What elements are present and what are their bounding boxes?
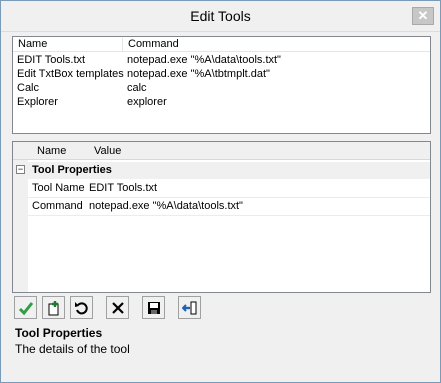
- column-header-command[interactable]: Command: [123, 38, 430, 52]
- property-grid-gutter: [13, 160, 28, 292]
- tool-name-cell: Edit TxtBox templates: [17, 68, 124, 80]
- column-header-name[interactable]: Name: [13, 38, 123, 52]
- undo-button[interactable]: [70, 296, 93, 319]
- delete-x-icon: [111, 301, 124, 314]
- title-bar[interactable]: Edit Tools ✕: [1, 1, 440, 32]
- close-button[interactable]: ✕: [412, 7, 434, 25]
- list-item[interactable]: EDIT Tools.txt notepad.exe "%A\data\tool…: [13, 54, 430, 68]
- tool-name-cell: EDIT Tools.txt: [17, 54, 86, 66]
- property-name: Tool Name: [32, 182, 85, 194]
- save-button[interactable]: [142, 296, 165, 319]
- ok-button[interactable]: [14, 296, 37, 319]
- tool-command-cell: explorer: [127, 96, 167, 108]
- toolbar: [12, 296, 212, 320]
- window-title: Edit Tools: [190, 8, 251, 24]
- property-grid-header: Name Value: [13, 142, 430, 160]
- tool-name-cell: Explorer: [17, 96, 58, 108]
- help-title: Tool Properties: [15, 326, 103, 340]
- tools-list-header: Name Command: [13, 37, 430, 52]
- tools-list[interactable]: Name Command EDIT Tools.txt notepad.exe …: [12, 36, 431, 134]
- property-value-field[interactable]: notepad.exe "%A\data\tools.txt": [89, 200, 243, 212]
- edit-tools-window: Edit Tools ✕ Name Command EDIT Tools.txt…: [0, 0, 441, 383]
- list-item[interactable]: Calc calc: [13, 82, 430, 96]
- exit-door-icon: [181, 301, 196, 314]
- property-row-tool-name[interactable]: Tool Name EDIT Tools.txt: [28, 180, 430, 198]
- delete-button[interactable]: [106, 296, 129, 319]
- help-description: The details of the tool: [15, 342, 130, 356]
- property-row-command[interactable]: Command notepad.exe "%A\data\tools.txt": [28, 198, 430, 216]
- tool-command-cell: calc: [127, 82, 147, 94]
- property-grid[interactable]: Name Value − Tool Properties Tool Name E…: [12, 141, 431, 293]
- tool-command-cell: notepad.exe "%A\data\tools.txt": [127, 54, 281, 66]
- property-header-value: Value: [94, 145, 122, 157]
- undo-icon: [74, 301, 88, 314]
- tool-command-cell: notepad.exe "%A\tbtmplt.dat": [127, 68, 270, 80]
- add-document-icon: [48, 300, 58, 315]
- checkmark-icon: [18, 301, 33, 315]
- help-panel: Tool Properties The details of the tool: [12, 323, 431, 376]
- collapse-toggle-icon[interactable]: −: [16, 165, 25, 174]
- property-header-name: Name: [37, 145, 67, 157]
- property-value-field[interactable]: EDIT Tools.txt: [89, 182, 157, 194]
- add-tool-button[interactable]: [42, 296, 65, 319]
- save-floppy-icon: [147, 301, 160, 314]
- list-item[interactable]: Edit TxtBox templates notepad.exe "%A\tb…: [13, 68, 430, 82]
- property-name: Command: [32, 200, 83, 212]
- list-item[interactable]: Explorer explorer: [13, 96, 430, 110]
- close-icon: ✕: [417, 8, 429, 23]
- tool-name-cell: Calc: [17, 82, 40, 94]
- category-label: Tool Properties: [32, 164, 112, 176]
- exit-button[interactable]: [178, 296, 201, 319]
- property-category[interactable]: − Tool Properties: [13, 162, 430, 179]
